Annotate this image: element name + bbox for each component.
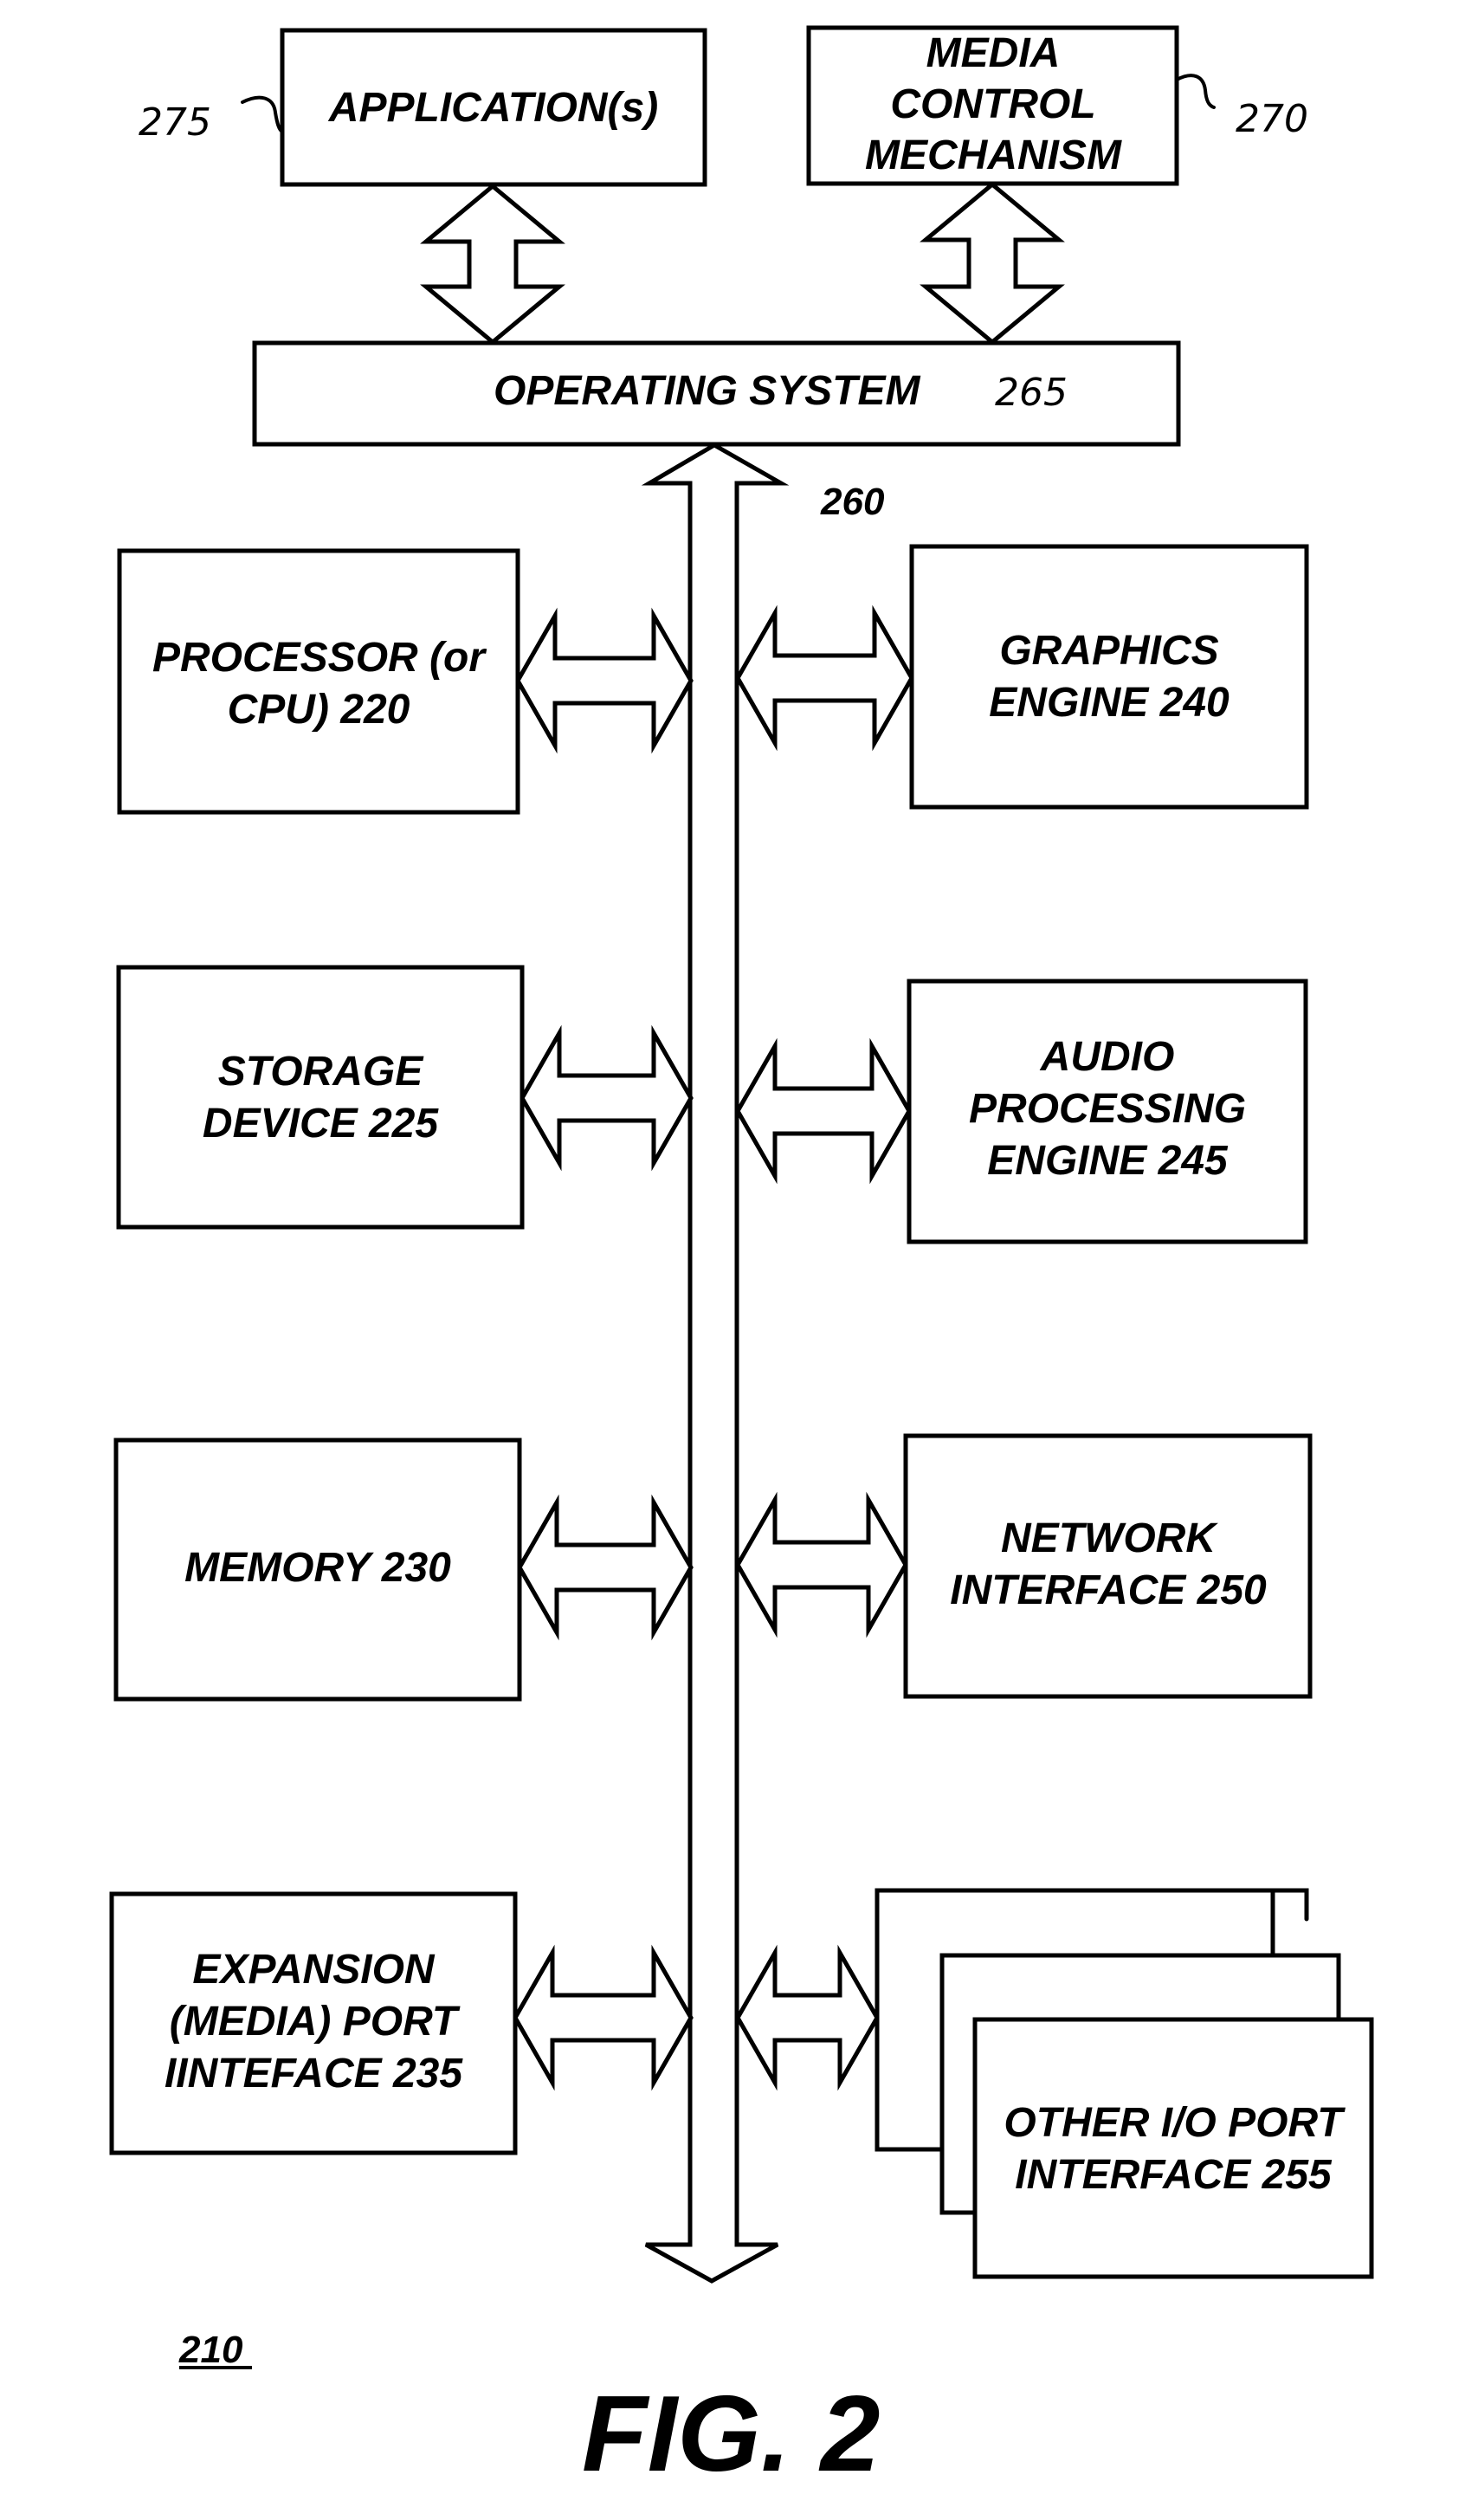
- processor-box: [117, 548, 520, 815]
- expansion-port-label-line-1: EXPANSION: [192, 1947, 436, 1993]
- network-box: [903, 1433, 1313, 1699]
- audio-bus-arrow: [735, 1037, 912, 1185]
- operating-system-label: OPERATING SYSTEM: [494, 368, 921, 414]
- operating-system-block: OPERATING SYSTEM 265: [252, 340, 1181, 447]
- network-label-line-1: NETWORK: [1001, 1515, 1218, 1561]
- media-control-block: MEDIA CONTROL MECHANISM: [806, 25, 1179, 186]
- audio-label-line-3: ENGINE 245: [987, 1138, 1229, 1184]
- audio-label-line-2: PROCESSING: [969, 1086, 1246, 1132]
- expansion-port-label-line-3: IINTEFACE 235: [165, 2051, 463, 2097]
- system-ref-number: 210: [178, 2329, 243, 2371]
- applications-leader-line: [241, 95, 284, 133]
- system-block-diagram: APPLICATION(s) 275 MEDIA CONTROL MECHANI…: [109, 25, 1374, 2494]
- expansion-port-label-line-2: (MEDIA) PORT: [170, 1999, 461, 2045]
- other-io-bus-arrow: [735, 1944, 880, 2091]
- other-io-front-box: [972, 2017, 1374, 2279]
- graphics-box: [909, 544, 1309, 810]
- processor-label-line-1: PROCESSOR (or: [152, 635, 487, 681]
- storage-label-line-1: STORAGE: [218, 1049, 424, 1095]
- bus-ref-number: 260: [820, 481, 885, 523]
- storage-box: [116, 965, 525, 1230]
- other-io-block: OTHER I/O PORT INTERFACE 255: [875, 1888, 1374, 2279]
- processor-bus-arrow: [515, 607, 694, 754]
- graphics-label-line-1: GRAPHICS: [999, 628, 1218, 674]
- operating-system-ref-number: 265: [995, 371, 1068, 415]
- other-io-label-line-1: OTHER I/O PORT: [1004, 2100, 1346, 2146]
- media-control-leader-line: [1175, 74, 1216, 109]
- graphics-bus-arrow: [735, 604, 914, 752]
- media-control-os-arrow: [920, 181, 1065, 346]
- storage-label-line-2: DEVICE 225: [203, 1101, 439, 1147]
- memory-bus-arrow: [517, 1494, 694, 1641]
- graphics-block: GRAPHICS ENGINE 240: [909, 544, 1309, 810]
- audio-label-line-1: AUDIO: [1040, 1034, 1175, 1080]
- graphics-label-line-2: ENGINE 240: [989, 680, 1230, 726]
- media-control-ref-number: 270: [1236, 97, 1308, 141]
- applications-block: APPLICATION(s): [280, 28, 707, 187]
- expansion-port-block: EXPANSION (MEDIA) PORT IINTEFACE 235: [109, 1891, 518, 2155]
- network-bus-arrow: [735, 1491, 908, 1638]
- applications-os-arrow: [420, 183, 565, 346]
- applications-label: APPLICATION(s): [328, 85, 658, 131]
- storage-block: STORAGE DEVICE 225: [116, 965, 525, 1230]
- network-label-line-2: INTERFACE 250: [950, 1567, 1267, 1613]
- memory-label: MEMORY 230: [184, 1545, 451, 1591]
- processor-label-line-2: CPU) 220: [228, 687, 410, 733]
- processor-block: PROCESSOR (or CPU) 220: [117, 548, 520, 815]
- media-control-label-line-3: MECHANISM: [865, 132, 1122, 178]
- memory-block: MEMORY 230: [113, 1438, 522, 1702]
- storage-bus-arrow: [520, 1024, 694, 1172]
- figure-caption: FIG. 2: [582, 2375, 881, 2494]
- expansion-port-bus-arrow: [513, 1944, 694, 2091]
- applications-ref-number: 275: [139, 100, 211, 145]
- other-io-label-line-2: INTERFACE 255: [1015, 2152, 1333, 2198]
- media-control-label-line-2: CONTROL: [890, 81, 1095, 127]
- audio-block: AUDIO PROCESSING ENGINE 245: [907, 979, 1308, 1244]
- network-block: NETWORK INTERFACE 250: [903, 1433, 1313, 1699]
- media-control-label-line-1: MEDIA: [926, 30, 1061, 76]
